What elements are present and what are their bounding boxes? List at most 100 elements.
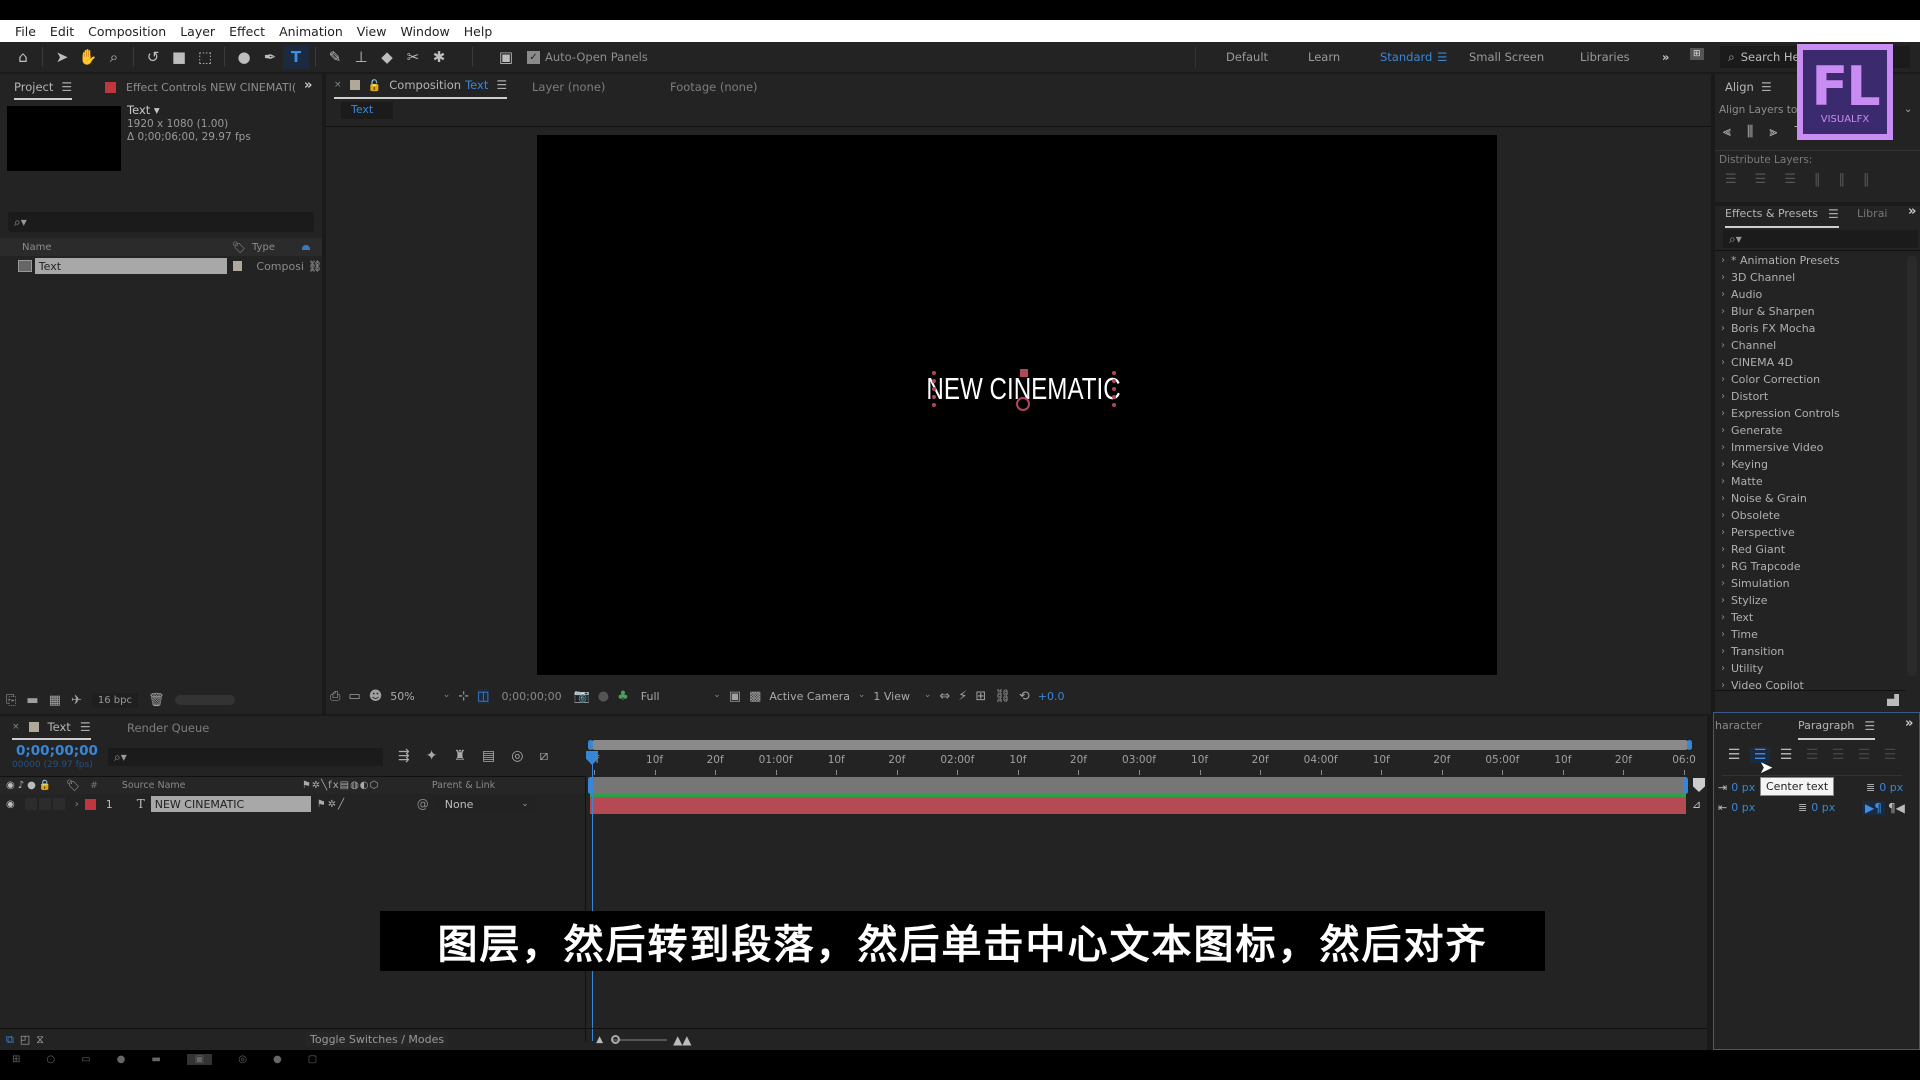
- new-folder-icon[interactable]: ▬: [26, 693, 38, 708]
- zoom-slider-thumb[interactable]: [611, 1034, 621, 1044]
- distribute-hcenter-icon[interactable]: ‖: [1838, 172, 1845, 187]
- taskbar-app-icon[interactable]: ●: [117, 1054, 126, 1065]
- tab-render-queue[interactable]: Render Queue: [127, 721, 209, 735]
- tab-layer[interactable]: Layer (none): [532, 80, 605, 94]
- expand-chevron-icon[interactable]: ›: [75, 799, 79, 810]
- tab-timeline-text[interactable]: × Text ☰: [12, 720, 91, 740]
- ltr-direction-icon[interactable]: ▶¶: [1862, 801, 1885, 815]
- timeline-zoom-slider[interactable]: [611, 1034, 668, 1044]
- brush-tool-icon[interactable]: ✎: [322, 45, 348, 69]
- draft-3d-icon[interactable]: ⚡: [958, 689, 967, 704]
- column-source-name[interactable]: Source Name: [122, 780, 302, 791]
- workspace-small-screen[interactable]: Small Screen: [1469, 50, 1544, 64]
- render-icon[interactable]: ✈: [71, 693, 82, 708]
- exposure-reset-icon[interactable]: ⟲: [1019, 689, 1030, 704]
- panel-menu-icon[interactable]: ☰: [1761, 80, 1772, 94]
- layer-name-field[interactable]: NEW CINEMATIC: [150, 796, 311, 812]
- comp-breadcrumb[interactable]: Text: [341, 102, 393, 119]
- start-icon[interactable]: ⊞: [12, 1054, 20, 1065]
- panel-menu-icon[interactable]: ☰: [496, 78, 507, 92]
- distribute-bottom-icon[interactable]: ☰: [1784, 172, 1796, 187]
- in-out-pane-icon[interactable]: ⧖: [36, 1033, 44, 1047]
- effect-category-item[interactable]: › Immersive Video: [1717, 439, 1903, 456]
- panel-menu-icon[interactable]: ☰: [80, 720, 91, 734]
- effect-category-item[interactable]: › Expression Controls: [1717, 405, 1903, 422]
- menu-effect[interactable]: Effect: [222, 24, 272, 39]
- close-tab-icon[interactable]: ×: [334, 80, 342, 90]
- effect-category-item[interactable]: › Boris FX Mocha: [1717, 320, 1903, 337]
- pixel-aspect-icon[interactable]: ⇔: [939, 689, 950, 704]
- space-after-field[interactable]: ≣ 0 px: [1798, 801, 1835, 814]
- effect-category-item[interactable]: › Text: [1717, 609, 1903, 626]
- align-left-icon[interactable]: ⫷: [1723, 124, 1731, 140]
- left-handle[interactable]: [932, 371, 940, 407]
- task-view-icon[interactable]: ▭: [81, 1054, 90, 1065]
- puppet-pin-tool-icon[interactable]: ✱: [426, 45, 452, 69]
- label-tag-icon[interactable]: 🏷: [66, 779, 80, 792]
- exposure-value[interactable]: +0.0: [1038, 690, 1065, 703]
- eraser-tool-icon[interactable]: ◆: [374, 45, 400, 69]
- project-item-row[interactable]: Text Composi ⛓: [0, 257, 322, 275]
- menu-animation[interactable]: Animation: [272, 24, 350, 39]
- tab-composition[interactable]: × 🔓 Composition Text ☰: [334, 78, 508, 99]
- menu-view[interactable]: View: [350, 24, 394, 39]
- tab-paragraph[interactable]: Paragraph ☰: [1798, 719, 1876, 740]
- align-panel-title[interactable]: Align: [1725, 80, 1754, 94]
- comp-end-marker-icon[interactable]: [1693, 778, 1705, 792]
- time-ruler[interactable]: 0f10f20f01:00f10f20f02:00f10f20f03:00f10…: [589, 750, 1696, 776]
- effect-category-item[interactable]: › Blur & Sharpen: [1717, 303, 1903, 320]
- ellipse-tool-icon[interactable]: ●: [231, 45, 257, 69]
- timeline-layer-row[interactable]: ◉ › 1 T NEW CINEMATIC ⚑✲╱ @ None ⌄: [0, 795, 585, 813]
- align-left-text-icon[interactable]: ☰: [1724, 747, 1744, 763]
- menu-layer[interactable]: Layer: [173, 24, 222, 39]
- workspace-menu-icon[interactable]: ☰: [1437, 50, 1447, 64]
- effect-category-item[interactable]: › Simulation: [1717, 575, 1903, 592]
- current-time-display[interactable]: 0;00;00;00: [16, 743, 98, 759]
- motion-blur-switch-icon[interactable]: ⊿: [1692, 798, 1701, 811]
- home-icon[interactable]: ⌂: [10, 45, 36, 69]
- effect-category-item[interactable]: › Time: [1717, 626, 1903, 643]
- menu-file[interactable]: File: [8, 24, 43, 39]
- viewer-timecode[interactable]: 0;00;00;00: [497, 690, 565, 703]
- channel-icon[interactable]: ♣: [617, 689, 629, 704]
- distribute-left-icon[interactable]: ‖: [1814, 172, 1821, 187]
- taskbar-app-icon[interactable]: ▢: [308, 1054, 317, 1065]
- distribute-top-icon[interactable]: ☰: [1725, 172, 1737, 187]
- effect-category-item[interactable]: › Audio: [1717, 286, 1903, 303]
- selection-tool-icon[interactable]: ➤: [49, 45, 75, 69]
- toggle-transparency-icon[interactable]: ▩: [749, 689, 761, 704]
- camera-tool-icon[interactable]: ■: [166, 45, 192, 69]
- taskbar-app-icon[interactable]: ●: [273, 1054, 282, 1065]
- type-tool-icon[interactable]: T: [283, 45, 309, 69]
- zoom-tool-icon[interactable]: ⌕: [101, 45, 127, 69]
- effect-category-item[interactable]: › Distort: [1717, 388, 1903, 405]
- bit-depth-button[interactable]: 16 bpc: [91, 692, 139, 708]
- top-handle[interactable]: [1020, 369, 1028, 377]
- justify-last-left-icon[interactable]: ☰: [1802, 747, 1822, 763]
- timeline-search-input[interactable]: ⌕▾: [108, 748, 383, 766]
- align-right-icon[interactable]: ⫸: [1769, 124, 1777, 140]
- align-right-text-icon[interactable]: ☰: [1776, 747, 1796, 763]
- show-snapshot-icon[interactable]: ●: [598, 689, 609, 704]
- auto-open-panels-checkbox[interactable]: ✓ Auto-Open Panels: [527, 50, 648, 64]
- selected-item-name[interactable]: Text ▾: [127, 103, 160, 117]
- effect-category-item[interactable]: › Video Copilot: [1717, 677, 1903, 694]
- clone-stamp-tool-icon[interactable]: ⊥: [348, 45, 374, 69]
- justify-all-icon[interactable]: ☰: [1880, 747, 1900, 763]
- indent-left-field[interactable]: ⇥ 0 px: [1718, 781, 1755, 794]
- new-composition-icon[interactable]: ▦: [49, 693, 61, 708]
- solo-toggle[interactable]: [38, 798, 51, 810]
- indent-right-field[interactable]: ⇤ 0 px: [1718, 801, 1755, 814]
- text-layer-bounding-box[interactable]: NEW CINEMATIC: [927, 369, 1121, 411]
- composition-viewer[interactable]: NEW CINEMATIC: [537, 135, 1497, 675]
- tab-effect-controls[interactable]: Effect Controls NEW CINEMATI(: [126, 81, 296, 94]
- workspace-libraries[interactable]: Libraries: [1580, 50, 1630, 64]
- toggle-switches-modes-button[interactable]: Toggle Switches / Modes: [306, 1032, 449, 1047]
- effect-category-item[interactable]: › Red Giant: [1717, 541, 1903, 558]
- menu-composition[interactable]: Composition: [81, 24, 173, 39]
- camera-dropdown[interactable]: Active Camera ⌄: [769, 690, 865, 703]
- align-horizontal-center-icon[interactable]: ⫼: [1747, 124, 1753, 140]
- layer-switches[interactable]: ⚑✲╱: [317, 799, 417, 810]
- taskbar-app-icon[interactable]: ▣: [186, 1054, 213, 1065]
- column-parent-link[interactable]: Parent & Link: [432, 780, 495, 791]
